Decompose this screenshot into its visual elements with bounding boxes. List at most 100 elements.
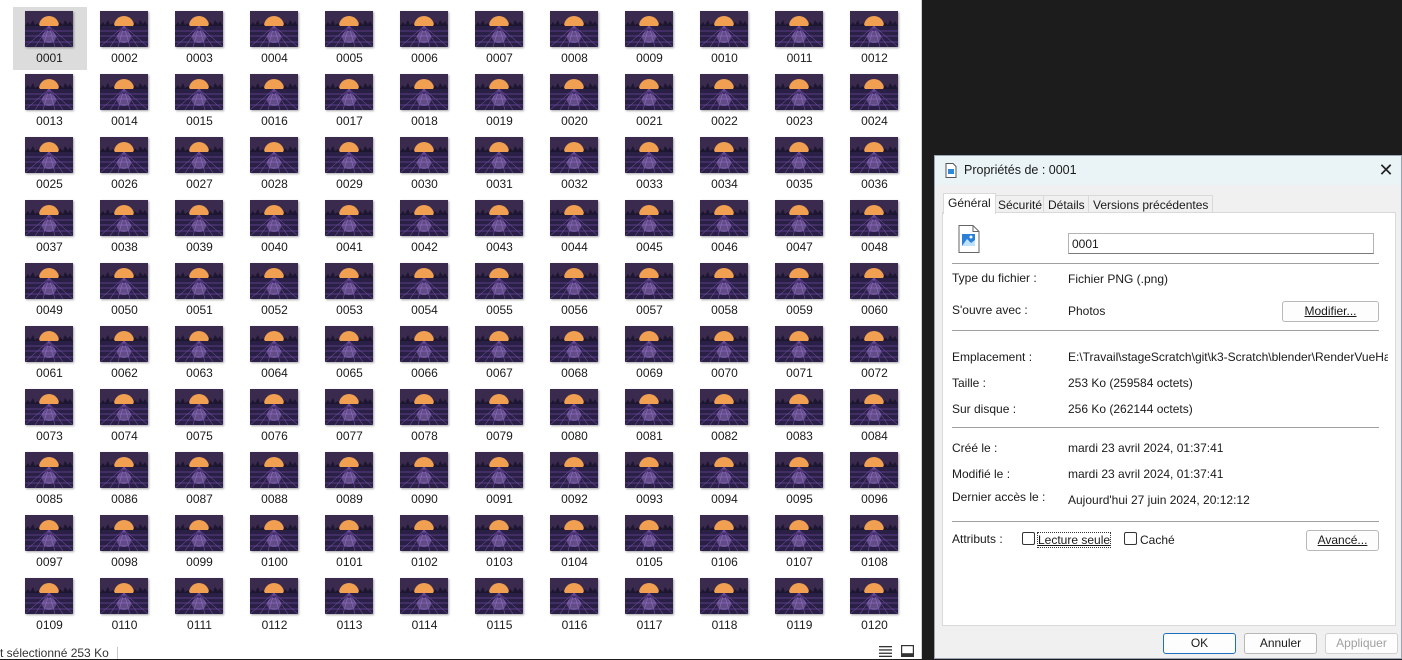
- file-item[interactable]: 0031: [460, 130, 535, 193]
- file-item[interactable]: 0073: [10, 382, 85, 445]
- file-item[interactable]: 0006: [385, 4, 460, 67]
- file-item[interactable]: 0112: [235, 571, 310, 634]
- large-icons-view-icon[interactable]: [901, 645, 914, 657]
- file-item[interactable]: 0003: [160, 4, 235, 67]
- file-item[interactable]: 0016: [235, 67, 310, 130]
- file-item[interactable]: 0001: [10, 4, 87, 70]
- file-item[interactable]: 0046: [685, 193, 760, 256]
- file-item[interactable]: 0008: [535, 4, 610, 67]
- file-item[interactable]: 0065: [310, 319, 385, 382]
- file-item[interactable]: 0028: [235, 130, 310, 193]
- file-item[interactable]: 0080: [535, 382, 610, 445]
- file-item[interactable]: 0077: [310, 382, 385, 445]
- file-item[interactable]: 0034: [685, 130, 760, 193]
- file-item[interactable]: 0090: [385, 445, 460, 508]
- file-item[interactable]: 0004: [235, 4, 310, 67]
- file-item[interactable]: 0030: [385, 130, 460, 193]
- file-item[interactable]: 0045: [610, 193, 685, 256]
- file-item[interactable]: 0043: [460, 193, 535, 256]
- file-item[interactable]: 0035: [760, 130, 835, 193]
- file-item[interactable]: 0100: [235, 508, 310, 571]
- file-item[interactable]: 0115: [460, 571, 535, 634]
- file-item[interactable]: 0068: [535, 319, 610, 382]
- file-item[interactable]: 0095: [760, 445, 835, 508]
- tab-details[interactable]: Détails: [1043, 195, 1090, 213]
- file-item[interactable]: 0005: [310, 4, 385, 67]
- file-item[interactable]: 0086: [85, 445, 160, 508]
- file-item[interactable]: 0018: [385, 67, 460, 130]
- file-item[interactable]: 0049: [10, 256, 85, 319]
- file-item[interactable]: 0059: [760, 256, 835, 319]
- file-item[interactable]: 0118: [685, 571, 760, 634]
- file-item[interactable]: 0105: [610, 508, 685, 571]
- file-item[interactable]: 0067: [460, 319, 535, 382]
- file-item[interactable]: 0096: [835, 445, 910, 508]
- file-item[interactable]: 0051: [160, 256, 235, 319]
- file-item[interactable]: 0076: [235, 382, 310, 445]
- file-item[interactable]: 0107: [760, 508, 835, 571]
- file-item[interactable]: 0071: [760, 319, 835, 382]
- file-item[interactable]: 0056: [535, 256, 610, 319]
- file-item[interactable]: 0063: [160, 319, 235, 382]
- file-item[interactable]: 0032: [535, 130, 610, 193]
- tab-previous-versions[interactable]: Versions précédentes: [1088, 195, 1214, 213]
- file-item[interactable]: 0048: [835, 193, 910, 256]
- file-item[interactable]: 0021: [610, 67, 685, 130]
- file-item[interactable]: 0061: [10, 319, 85, 382]
- file-item[interactable]: 0042: [385, 193, 460, 256]
- file-item[interactable]: 0044: [535, 193, 610, 256]
- file-name-input[interactable]: [1068, 233, 1374, 254]
- file-item[interactable]: 0083: [760, 382, 835, 445]
- file-item[interactable]: 0098: [85, 508, 160, 571]
- file-item[interactable]: 0026: [85, 130, 160, 193]
- file-item[interactable]: 0022: [685, 67, 760, 130]
- file-item[interactable]: 0039: [160, 193, 235, 256]
- dialog-titlebar[interactable]: Propriétés de : 0001 ✕: [935, 156, 1401, 185]
- file-item[interactable]: 0058: [685, 256, 760, 319]
- file-item[interactable]: 0069: [610, 319, 685, 382]
- file-item[interactable]: 0038: [85, 193, 160, 256]
- file-item[interactable]: 0012: [835, 4, 910, 67]
- modify-button[interactable]: Modifier...: [1282, 301, 1379, 322]
- file-item[interactable]: 0088: [235, 445, 310, 508]
- file-item[interactable]: 0011: [760, 4, 835, 67]
- readonly-label[interactable]: Lecture seule: [1036, 532, 1112, 548]
- file-item[interactable]: 0103: [460, 508, 535, 571]
- file-item[interactable]: 0013: [10, 67, 85, 130]
- tab-general[interactable]: Général: [943, 193, 996, 214]
- file-item[interactable]: 0040: [235, 193, 310, 256]
- file-item[interactable]: 0010: [685, 4, 760, 67]
- file-item[interactable]: 0097: [10, 508, 85, 571]
- file-item[interactable]: 0064: [235, 319, 310, 382]
- file-item[interactable]: 0023: [760, 67, 835, 130]
- file-item[interactable]: 0062: [85, 319, 160, 382]
- file-item[interactable]: 0020: [535, 67, 610, 130]
- file-item[interactable]: 0117: [610, 571, 685, 634]
- file-item[interactable]: 0050: [85, 256, 160, 319]
- file-item[interactable]: 0036: [835, 130, 910, 193]
- file-item[interactable]: 0094: [685, 445, 760, 508]
- file-item[interactable]: 0084: [835, 382, 910, 445]
- file-item[interactable]: 0101: [310, 508, 385, 571]
- file-item[interactable]: 0089: [310, 445, 385, 508]
- file-item[interactable]: 0092: [535, 445, 610, 508]
- file-item[interactable]: 0116: [535, 571, 610, 634]
- hidden-label[interactable]: Caché: [1140, 533, 1175, 547]
- file-item[interactable]: 0099: [160, 508, 235, 571]
- file-item[interactable]: 0072: [835, 319, 910, 382]
- file-item[interactable]: 0119: [760, 571, 835, 634]
- file-item[interactable]: 0085: [10, 445, 85, 508]
- file-item[interactable]: 0081: [610, 382, 685, 445]
- file-item[interactable]: 0106: [685, 508, 760, 571]
- file-item[interactable]: 0002: [85, 4, 160, 67]
- tab-security[interactable]: Sécurité: [993, 195, 1048, 213]
- file-item[interactable]: 0066: [385, 319, 460, 382]
- details-view-icon[interactable]: [879, 645, 892, 657]
- file-item[interactable]: 0027: [160, 130, 235, 193]
- file-item[interactable]: 0078: [385, 382, 460, 445]
- file-item[interactable]: 0091: [460, 445, 535, 508]
- ok-button[interactable]: OK: [1163, 633, 1236, 654]
- readonly-checkbox[interactable]: [1022, 532, 1035, 545]
- cancel-button[interactable]: Annuler: [1244, 633, 1317, 654]
- file-item[interactable]: 0109: [10, 571, 85, 634]
